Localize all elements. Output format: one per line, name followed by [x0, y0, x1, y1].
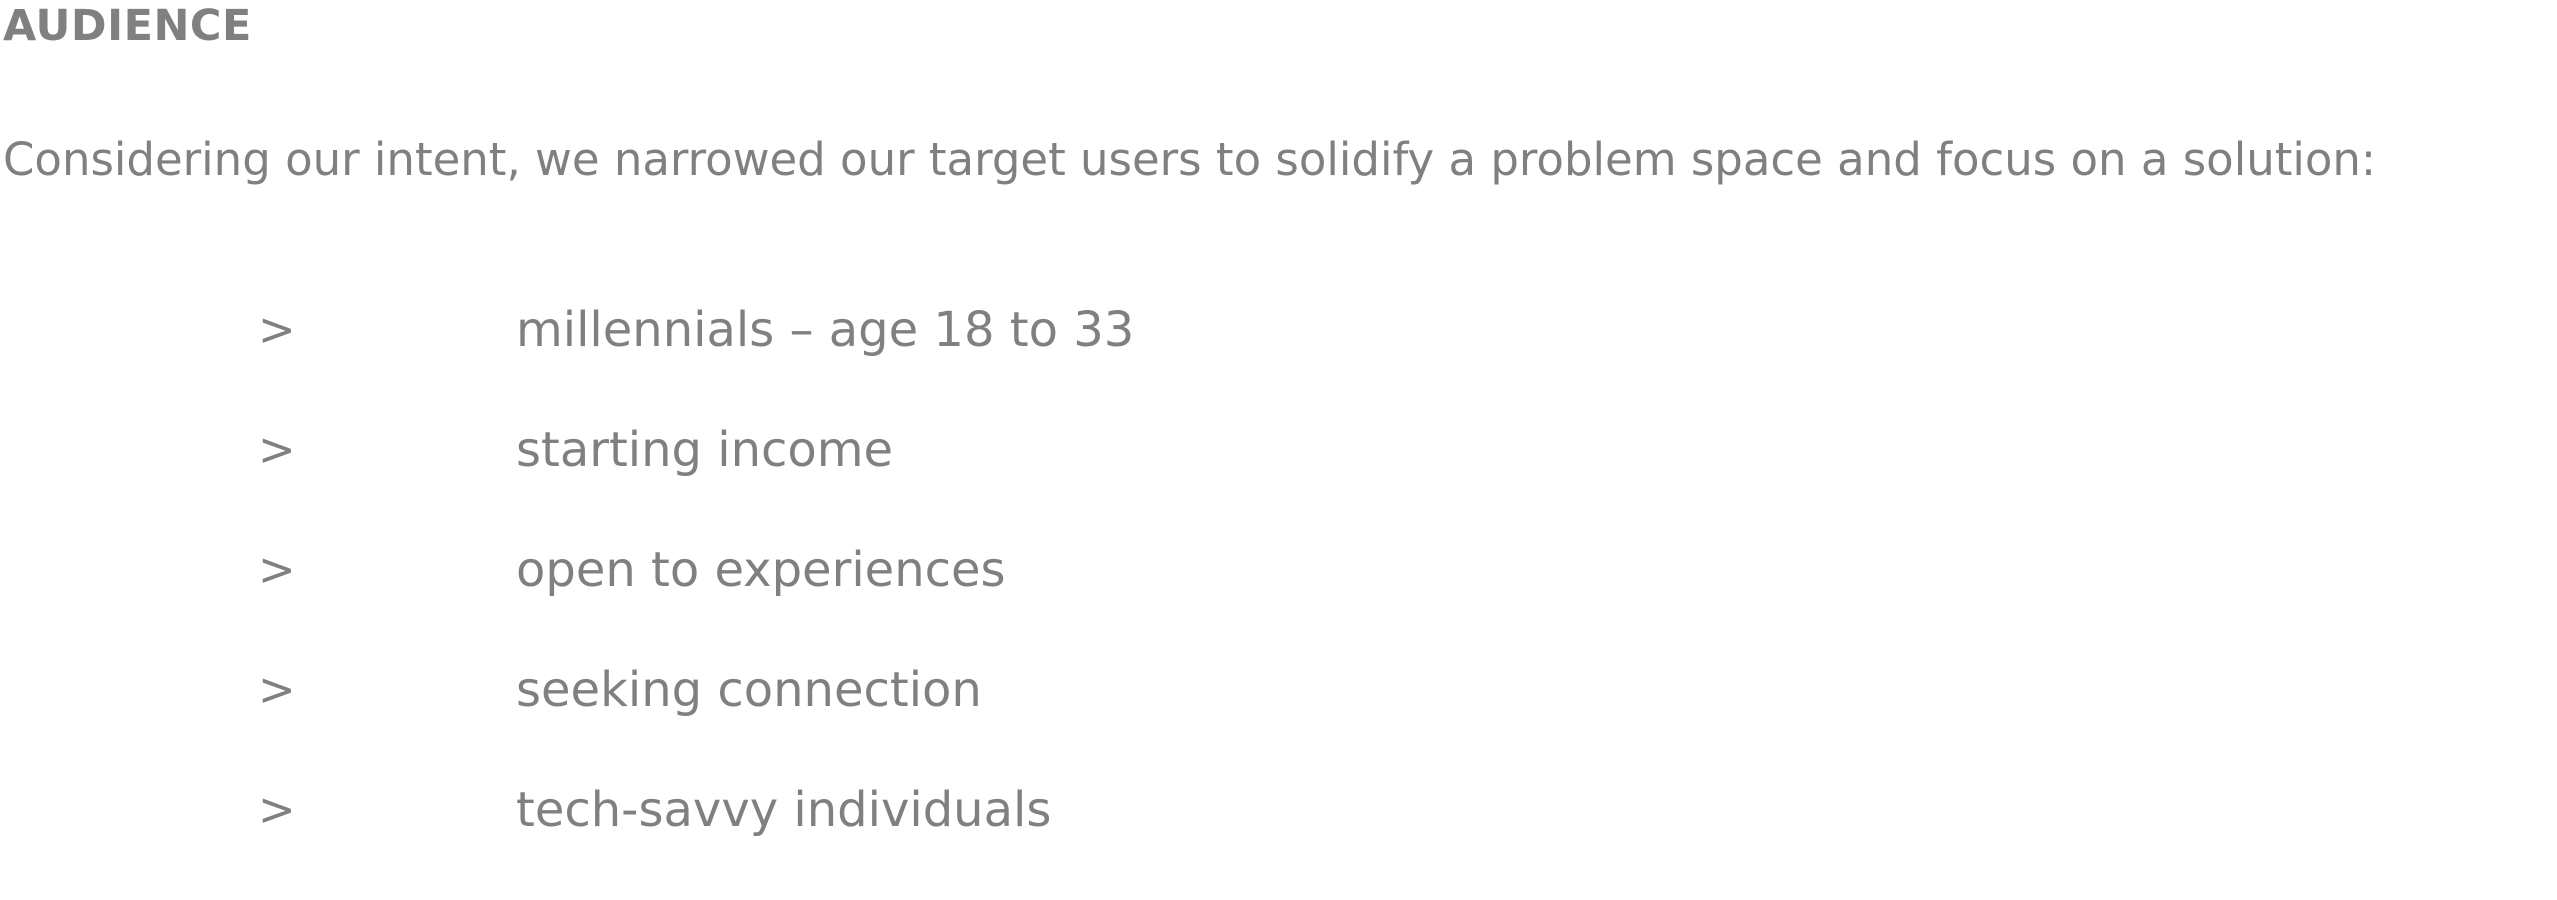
list-item-label: seeking connection — [516, 662, 982, 718]
audience-list: > millennials – age 18 to 33 > starting … — [0, 300, 1400, 900]
list-item: > seeking connection — [0, 660, 1400, 780]
chevron-right-icon: > — [258, 783, 296, 836]
document-page: AUDIENCE Considering our intent, we narr… — [0, 0, 2557, 844]
list-item: > tech-savvy individuals — [0, 780, 1400, 900]
chevron-right-icon: > — [258, 303, 296, 356]
list-item: > millennials – age 18 to 33 — [0, 300, 1400, 420]
intro-paragraph: Considering our intent, we narrowed our … — [3, 133, 2377, 186]
list-item: > starting income — [0, 420, 1400, 540]
chevron-right-icon: > — [258, 423, 296, 476]
list-item-label: millennials – age 18 to 33 — [516, 302, 1135, 358]
list-item-label: open to experiences — [516, 542, 1006, 598]
chevron-right-icon: > — [258, 543, 296, 596]
chevron-right-icon: > — [258, 663, 296, 716]
list-item-label: tech-savvy individuals — [516, 782, 1052, 838]
list-item-label: starting income — [516, 422, 894, 478]
section-heading: AUDIENCE — [3, 1, 252, 51]
list-item: > open to experiences — [0, 540, 1400, 660]
